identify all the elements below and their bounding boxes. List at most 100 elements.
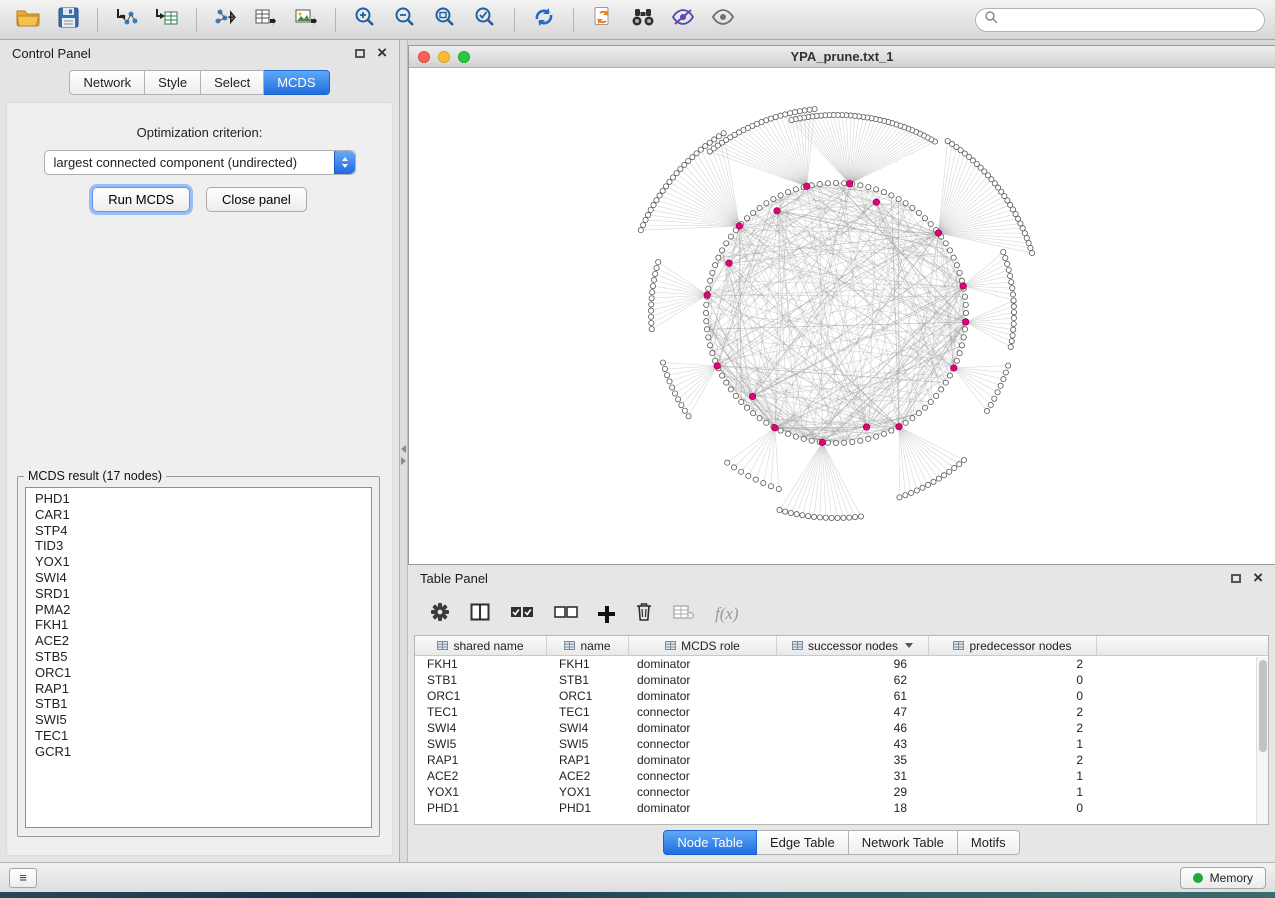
window-close-button[interactable]: [418, 51, 430, 63]
table-settings-button[interactable]: [430, 602, 450, 627]
table-cell: 0: [929, 689, 1097, 703]
column-header-mcds-role[interactable]: MCDS role: [629, 636, 777, 655]
table-row[interactable]: ORC1ORC1dominator610: [415, 688, 1268, 704]
mcds-result-item[interactable]: ACE2: [26, 633, 371, 649]
collapse-left-icon[interactable]: [401, 445, 406, 453]
status-menu-button[interactable]: ≡: [9, 868, 37, 888]
mcds-result-item[interactable]: SRD1: [26, 586, 371, 602]
mcds-result-item[interactable]: TID3: [26, 538, 371, 554]
table-row[interactable]: SWI5SWI5connector431: [415, 736, 1268, 752]
deselect-all-button[interactable]: [554, 604, 578, 625]
table-toolbar: f(x): [408, 593, 1275, 635]
close-panel-button[interactable]: Close panel: [206, 187, 307, 212]
mcds-result-item[interactable]: GCR1: [26, 744, 371, 760]
table-row[interactable]: STB1STB1dominator620: [415, 672, 1268, 688]
mcds-result-item[interactable]: TEC1: [26, 728, 371, 744]
search-network-button[interactable]: [625, 5, 661, 35]
column-header-successor-nodes[interactable]: successor nodes: [777, 636, 929, 655]
tab-edge-table[interactable]: Edge Table: [757, 830, 849, 855]
criterion-dropdown[interactable]: largest connected component (undirected): [44, 150, 356, 175]
table-row[interactable]: RAP1RAP1dominator352: [415, 752, 1268, 768]
search-field[interactable]: [975, 8, 1265, 32]
mcds-result-item[interactable]: SWI4: [26, 570, 371, 586]
delete-column-button[interactable]: [635, 602, 653, 627]
table-cell: dominator: [629, 721, 777, 735]
mcds-result-item[interactable]: CAR1: [26, 507, 371, 523]
mcds-result-item[interactable]: PHD1: [26, 491, 371, 507]
window-maximize-button[interactable]: [458, 51, 470, 63]
memory-button[interactable]: Memory: [1180, 867, 1266, 889]
table-cell: 46: [777, 721, 929, 735]
tab-motifs[interactable]: Motifs: [958, 830, 1020, 855]
mcds-result-item[interactable]: STB1: [26, 696, 371, 712]
export-image-button[interactable]: [288, 5, 324, 35]
float-table-panel-icon[interactable]: [1231, 574, 1241, 583]
table-panel-tabs: Node Table Edge Table Network Table Moti…: [408, 830, 1275, 855]
scrollbar-thumb[interactable]: [1259, 660, 1267, 752]
function-builder-button[interactable]: f(x): [715, 604, 739, 624]
network-window-titlebar[interactable]: YPA_prune.txt_1: [409, 46, 1275, 68]
tab-select[interactable]: Select: [201, 70, 264, 95]
window-minimize-button[interactable]: [438, 51, 450, 63]
run-mcds-button[interactable]: Run MCDS: [92, 187, 190, 212]
zoom-fit-button[interactable]: [427, 5, 463, 35]
table-cell: 1: [929, 769, 1097, 783]
open-file-button[interactable]: [10, 5, 46, 35]
tab-mcds[interactable]: MCDS: [264, 70, 329, 95]
network-canvas[interactable]: [409, 68, 1275, 565]
mcds-result-list[interactable]: PHD1CAR1STP4TID3YOX1SWI4SRD1PMA2FKH1ACE2…: [25, 487, 372, 828]
export-table-button[interactable]: [248, 5, 284, 35]
table-row[interactable]: ACE2ACE2connector311: [415, 768, 1268, 784]
tab-network-table[interactable]: Network Table: [849, 830, 958, 855]
control-panel-tabs: Network Style Select MCDS: [0, 70, 399, 95]
mcds-result-item[interactable]: ORC1: [26, 665, 371, 681]
zoom-in-button[interactable]: [347, 5, 383, 35]
select-all-button[interactable]: [510, 604, 534, 625]
mcds-result-item[interactable]: RAP1: [26, 681, 371, 697]
add-column-button[interactable]: [598, 606, 615, 623]
import-table-button[interactable]: [149, 5, 185, 35]
column-header-name[interactable]: name: [547, 636, 629, 655]
close-panel-icon[interactable]: ×: [377, 47, 387, 59]
zoom-out-button[interactable]: [387, 5, 423, 35]
export-network-button[interactable]: [208, 5, 244, 35]
table-row[interactable]: TEC1TEC1connector472: [415, 704, 1268, 720]
table-vertical-scrollbar[interactable]: [1256, 657, 1268, 824]
splitter-collapse-icons[interactable]: [401, 445, 406, 465]
table-row[interactable]: FKH1FKH1dominator962: [415, 656, 1268, 672]
table-cell: 0: [929, 673, 1097, 687]
show-graphics-button[interactable]: [705, 5, 741, 35]
tab-network[interactable]: Network: [69, 70, 145, 95]
zoom-selected-button[interactable]: [467, 5, 503, 35]
import-network-button[interactable]: [109, 5, 145, 35]
mcds-result-item[interactable]: PMA2: [26, 602, 371, 618]
mcds-result-item[interactable]: SWI5: [26, 712, 371, 728]
mcds-result-item[interactable]: FKH1: [26, 617, 371, 633]
table-row[interactable]: PHD1PHD1dominator180: [415, 800, 1268, 816]
tab-style[interactable]: Style: [145, 70, 201, 95]
column-header-shared-name[interactable]: shared name: [415, 636, 547, 655]
toggle-columns-button[interactable]: [470, 603, 490, 626]
panel-splitter[interactable]: [400, 40, 408, 862]
network-edges: [641, 109, 1032, 518]
save-session-button[interactable]: [50, 5, 86, 35]
table-row[interactable]: YOX1YOX1connector291: [415, 784, 1268, 800]
open-in-cloud-button[interactable]: [585, 5, 621, 35]
mcds-result-item[interactable]: STP4: [26, 523, 371, 539]
apply-layout-button[interactable]: [526, 5, 562, 35]
table-cell: ORC1: [547, 689, 629, 703]
network-nodes[interactable]: [638, 107, 1034, 521]
search-input[interactable]: [1004, 13, 1256, 27]
column-header-predecessor-nodes[interactable]: predecessor nodes: [929, 636, 1097, 655]
graphics-details-button[interactable]: [665, 5, 701, 35]
table-cell: PHD1: [415, 801, 547, 815]
toolbar-separator: [196, 8, 197, 32]
table-row[interactable]: SWI4SWI4dominator462: [415, 720, 1268, 736]
close-table-panel-icon[interactable]: ×: [1253, 572, 1263, 584]
float-panel-icon[interactable]: [355, 49, 365, 58]
collapse-right-icon[interactable]: [401, 457, 406, 465]
mcds-result-item[interactable]: YOX1: [26, 554, 371, 570]
tab-node-table[interactable]: Node Table: [663, 830, 757, 855]
mcds-result-item[interactable]: STB5: [26, 649, 371, 665]
delete-table-button[interactable]: [673, 604, 695, 625]
